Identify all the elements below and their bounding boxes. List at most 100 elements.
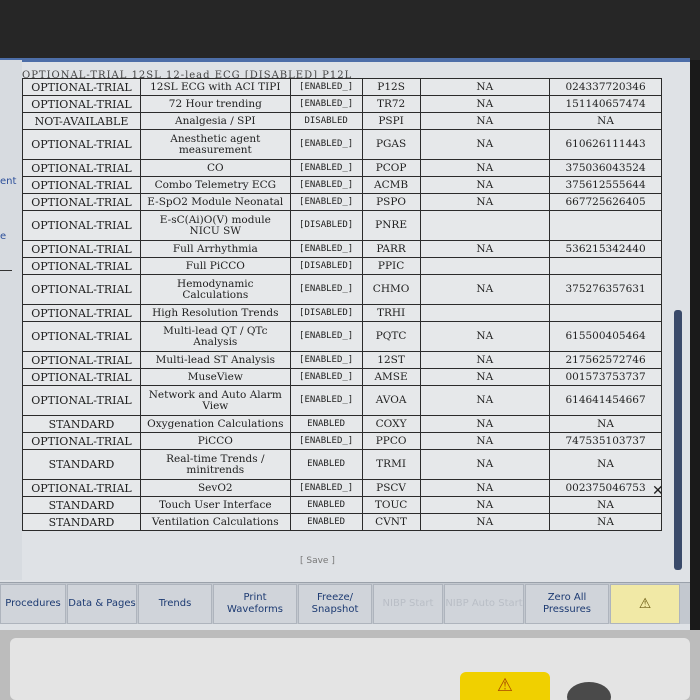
row-code: TR72 — [361, 95, 421, 113]
row-key: 610626111443 — [549, 129, 662, 160]
table-row[interactable]: OPTIONAL-TRIAL 72 Hour trending [ENABLED_]… — [22, 95, 662, 113]
softkey-nibp-auto-start[interactable]: NIBP Auto Start — [444, 584, 524, 624]
row-config: [ENABLED_] — [289, 479, 363, 497]
row-config: [ENABLED_] — [289, 368, 363, 386]
alarm-bell-icon: ⚠ — [638, 596, 652, 612]
row-key: NA — [549, 112, 662, 130]
row-key: 375036043524 — [549, 159, 662, 177]
row-option-name: Combo Telemetry ECG — [139, 176, 291, 194]
row-key: NA — [549, 513, 662, 531]
row-status: OPTIONAL-TRIAL — [22, 78, 141, 96]
row-option-name: PiCCO — [139, 432, 291, 450]
table-row[interactable]: STANDARD Ventilation Calculations ENABLED C… — [22, 513, 662, 531]
row-na — [419, 210, 551, 241]
row-na: NA — [419, 513, 551, 531]
row-key — [549, 210, 662, 241]
row-key: 615500405464 — [549, 321, 662, 352]
row-status: OPTIONAL-TRIAL — [22, 159, 141, 177]
row-option-name: Full PiCCO — [139, 257, 291, 275]
row-config: [ENABLED_] — [289, 321, 363, 352]
row-config: [ENABLED_] — [289, 240, 363, 258]
row-option-name: Oxygenation Calculations — [139, 415, 291, 433]
table-row[interactable]: OPTIONAL-TRIAL SevO2 [ENABLED_] PSCV NA 00237… — [22, 479, 662, 497]
row-config: DISABLED — [289, 112, 363, 130]
row-na: NA — [419, 274, 551, 305]
row-key: NA — [549, 415, 662, 433]
softkey-print-waveforms[interactable]: Print Waveforms — [213, 584, 297, 624]
table-row[interactable]: STANDARD Touch User Interface ENABLED TOUC N… — [22, 496, 662, 514]
softkey-zero-all-pressures[interactable]: Zero All Pressures — [525, 584, 609, 624]
table-row[interactable]: OPTIONAL-TRIAL Full Arrhythmia [ENABLED_] P… — [22, 240, 662, 258]
row-status: OPTIONAL-TRIAL — [22, 129, 141, 160]
table-row[interactable]: OPTIONAL-TRIAL Anesthetic agent measureme… — [22, 129, 662, 160]
table-row[interactable]: OPTIONAL-TRIAL Network and Auto Alarm Vie… — [22, 385, 662, 416]
softkey-nibp-start[interactable]: NIBP Start — [373, 584, 443, 624]
table-row[interactable]: OPTIONAL-TRIAL MuseView [ENABLED_] AMSE NA 00… — [22, 368, 662, 386]
softkey-data-pages[interactable]: Data & Pages — [67, 584, 137, 624]
row-config: [ENABLED_] — [289, 351, 363, 369]
row-key: 614641454667 — [549, 385, 662, 416]
row-na: NA — [419, 159, 551, 177]
table-row[interactable]: OPTIONAL-TRIAL Hemodynamic Calculations [E… — [22, 274, 662, 305]
table-row[interactable]: STANDARD Real-time Trends / minitrends ENA… — [22, 449, 662, 480]
row-key: 001573753737 — [549, 368, 662, 386]
row-option-name: Ventilation Calculations — [139, 513, 291, 531]
softkey-trends[interactable]: Trends — [138, 584, 212, 624]
row-option-name: SevO2 — [139, 479, 291, 497]
row-key: 375276357631 — [549, 274, 662, 305]
table-row[interactable]: OPTIONAL-TRIAL CO [ENABLED_] PCOP NA 37503604… — [22, 159, 662, 177]
table-row[interactable]: OPTIONAL-TRIAL Multi-lead QT / QTc Analys… — [22, 321, 662, 352]
row-config: [ENABLED_] — [289, 274, 363, 305]
row-code: 12ST — [361, 351, 421, 369]
row-na: NA — [419, 112, 551, 130]
table-row[interactable]: OPTIONAL-TRIAL E-sC(Ai)O(V) module NICU S… — [22, 210, 662, 241]
table-row[interactable]: OPTIONAL-TRIAL E-SpO2 Module Neonatal [ENA… — [22, 193, 662, 211]
row-config: [ENABLED_] — [289, 129, 363, 160]
close-icon[interactable]: ✕ — [652, 483, 664, 499]
row-status: OPTIONAL-TRIAL — [22, 432, 141, 450]
row-status: OPTIONAL-TRIAL — [22, 385, 141, 416]
softkey-procedures[interactable]: Procedures — [0, 584, 66, 624]
row-status: OPTIONAL-TRIAL — [22, 240, 141, 258]
softkey-label: NIBP Auto Start — [445, 598, 523, 609]
table-row[interactable]: NOT-AVAILABLE Analgesia / SPI DISABLED PSPI… — [22, 112, 662, 130]
row-code: CHMO — [361, 274, 421, 305]
row-config: [DISABLED] — [289, 304, 363, 322]
row-na: NA — [419, 415, 551, 433]
table-row[interactable]: STANDARD Oxygenation Calculations ENABLED C… — [22, 415, 662, 433]
row-na: NA — [419, 479, 551, 497]
table-row[interactable]: OPTIONAL-TRIAL Multi-lead ST Analysis [ENA… — [22, 351, 662, 369]
row-config: ENABLED — [289, 496, 363, 514]
row-code: PSPO — [361, 193, 421, 211]
row-option-name: Multi-lead QT / QTc Analysis — [139, 321, 291, 352]
row-na: NA — [419, 385, 551, 416]
row-code: PPCO — [361, 432, 421, 450]
row-status: OPTIONAL-TRIAL — [22, 257, 141, 275]
row-na — [419, 304, 551, 322]
save-button[interactable]: [ Save ] — [300, 556, 335, 566]
softkey-freeze-snapshot[interactable]: Freeze/ Snapshot — [298, 584, 372, 624]
alarm-silence-button[interactable]: ⚠ — [610, 584, 680, 624]
row-status: OPTIONAL-TRIAL — [22, 351, 141, 369]
row-code: TRMI — [361, 449, 421, 480]
row-na: NA — [419, 95, 551, 113]
table-scrollbar[interactable] — [674, 310, 682, 570]
table-row[interactable]: OPTIONAL-TRIAL PiCCO [ENABLED_] PPCO NA 74753… — [22, 432, 662, 450]
row-config: [ENABLED_] — [289, 193, 363, 211]
table-row[interactable]: OPTIONAL-TRIAL 12SL ECG with ACI TIPI [ENA… — [22, 78, 662, 96]
row-option-name: CO — [139, 159, 291, 177]
table-row[interactable]: OPTIONAL-TRIAL High Resolution Trends [DIS… — [22, 304, 662, 322]
table-row[interactable]: OPTIONAL-TRIAL Full PiCCO [DISABLED] PPIC — [22, 257, 662, 275]
row-key: 667725626405 — [549, 193, 662, 211]
row-code: PSPI — [361, 112, 421, 130]
softkey-label: Print Waveforms — [227, 592, 283, 615]
softkey-label: Trends — [158, 598, 192, 609]
left-panel-text: ent — [0, 176, 17, 187]
row-key: 024337720346 — [549, 78, 662, 96]
table-row[interactable]: OPTIONAL-TRIAL Combo Telemetry ECG [ENABLE… — [22, 176, 662, 194]
row-na: NA — [419, 449, 551, 480]
row-status: OPTIONAL-TRIAL — [22, 479, 141, 497]
left-panel-divider — [0, 270, 12, 271]
row-code: PNRE — [361, 210, 421, 241]
row-config: [ENABLED_] — [289, 385, 363, 416]
